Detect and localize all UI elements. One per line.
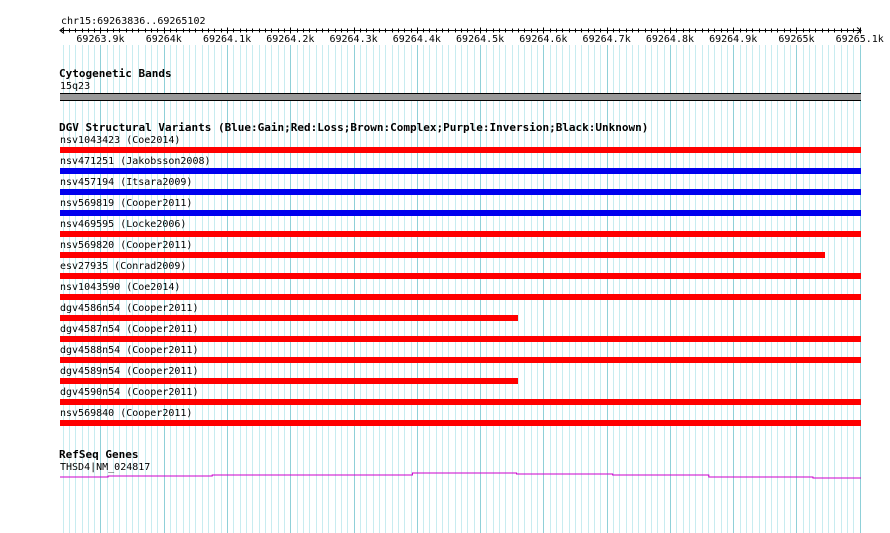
ruler-tick-label: 69264.9k: [709, 34, 758, 45]
ruler-tick-label: 69264.6k: [519, 34, 568, 45]
variant-bar[interactable]: [60, 357, 861, 363]
variant-label: nsv1043423 (Coe2014): [60, 135, 181, 146]
refseq-track-title[interactable]: RefSeq Genes: [59, 449, 138, 461]
dgv-track-title[interactable]: DGV Structural Variants (Blue:Gain;Red:L…: [59, 122, 648, 134]
variant-bar[interactable]: [60, 336, 861, 342]
cyto-band-label: 15q23: [60, 81, 91, 92]
ruler-tick-label: 69265.1k: [835, 34, 884, 45]
variant-bar[interactable]: [60, 252, 825, 258]
ruler-tick-label: 69264.8k: [645, 34, 695, 45]
ruler-tick-label: 69264.1k: [202, 34, 252, 45]
variant-bar[interactable]: [60, 420, 861, 426]
variant-label: dgv4588n54 (Cooper2011): [60, 345, 199, 356]
ruler-tick-label: 69265k: [778, 34, 815, 45]
variant-label: nsv569840 (Cooper2011): [60, 408, 193, 419]
gene-intron-line[interactable]: [60, 472, 861, 479]
variant-bar[interactable]: [60, 189, 861, 195]
ruler-tick-label: 69263.9k: [76, 34, 125, 45]
refseq-gene-model[interactable]: [0, 466, 890, 486]
ruler-tick-label: 69264.3k: [329, 34, 378, 45]
variant-label: dgv4590n54 (Cooper2011): [60, 387, 199, 398]
variant-label: nsv569819 (Cooper2011): [60, 198, 193, 209]
variant-bar[interactable]: [60, 294, 861, 300]
ruler-tick-label: 69264.5k: [456, 34, 505, 45]
variant-label: dgv4589n54 (Cooper2011): [60, 366, 199, 377]
range-label: chr15:69263836..69265102: [61, 16, 206, 27]
variant-label: dgv4587n54 (Cooper2011): [60, 324, 199, 335]
variant-label: nsv469595 (Locke2006): [60, 219, 187, 230]
ruler-tick-label: 69264.2k: [266, 34, 315, 45]
cyto-track-title[interactable]: Cytogenetic Bands: [59, 68, 172, 80]
variant-label: esv27935 (Conrad2009): [60, 261, 187, 272]
variant-bar[interactable]: [60, 399, 861, 405]
ruler-tick-label: 69264k: [145, 34, 182, 45]
variant-label: dgv4586n54 (Cooper2011): [60, 303, 199, 314]
variant-label: nsv457194 (Itsara2009): [60, 177, 193, 188]
variant-bar[interactable]: [60, 168, 861, 174]
variant-bar[interactable]: [60, 273, 861, 279]
ruler-tick-label: 69264.4k: [392, 34, 441, 45]
variant-bar[interactable]: [60, 378, 519, 384]
variant-bar[interactable]: [60, 231, 861, 237]
variant-label: nsv471251 (Jakobsson2008): [60, 156, 211, 167]
variant-bar[interactable]: [60, 210, 861, 216]
variant-label: nsv569820 (Cooper2011): [60, 240, 193, 251]
variant-label: nsv1043590 (Coe2014): [60, 282, 181, 293]
cyto-band-bar[interactable]: [60, 93, 861, 101]
variant-bar[interactable]: [60, 315, 519, 321]
ruler-tick-label: 69264.7k: [582, 34, 631, 45]
variant-bar[interactable]: [60, 147, 861, 153]
